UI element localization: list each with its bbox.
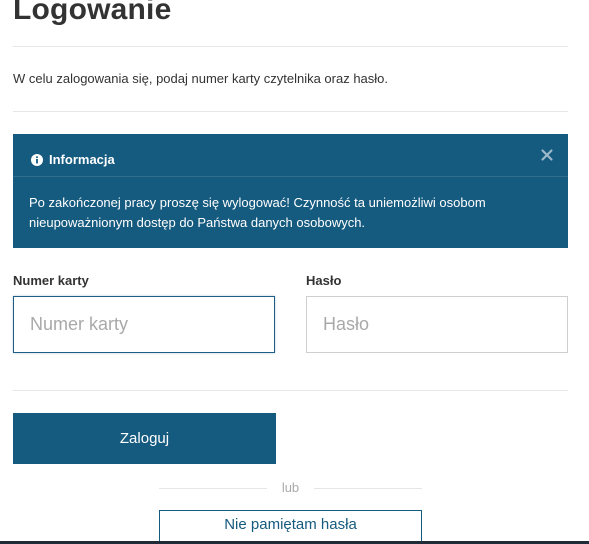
info-alert-title: Informacja xyxy=(49,152,115,167)
info-alert: Informacja Po zakończonej pracy proszę s… xyxy=(13,134,568,248)
info-circle-icon xyxy=(31,153,43,166)
forgot-password-button[interactable]: Nie pamiętam hasła xyxy=(159,510,422,544)
card-number-label: Numer karty xyxy=(13,273,89,288)
or-separator: lub xyxy=(159,480,422,498)
info-alert-text: Po zakończonej pracy proszę się wylogowa… xyxy=(29,195,486,230)
page-title: Logowanie xyxy=(13,0,172,26)
form-divider xyxy=(13,390,568,391)
password-label: Hasło xyxy=(306,273,342,288)
card-number-input[interactable] xyxy=(13,296,275,353)
intro-text: W celu zalogowania się, podaj numer kart… xyxy=(13,71,389,86)
password-input[interactable] xyxy=(306,296,568,353)
login-button[interactable]: Zaloguj xyxy=(13,413,276,464)
title-divider xyxy=(13,46,568,47)
info-alert-header: Informacja xyxy=(31,152,115,167)
login-page: Logowanie W celu zalogowania się, podaj … xyxy=(0,0,589,544)
info-alert-divider xyxy=(13,176,568,177)
close-icon[interactable] xyxy=(540,148,554,162)
or-line-right xyxy=(314,488,422,489)
intro-divider xyxy=(13,111,568,112)
